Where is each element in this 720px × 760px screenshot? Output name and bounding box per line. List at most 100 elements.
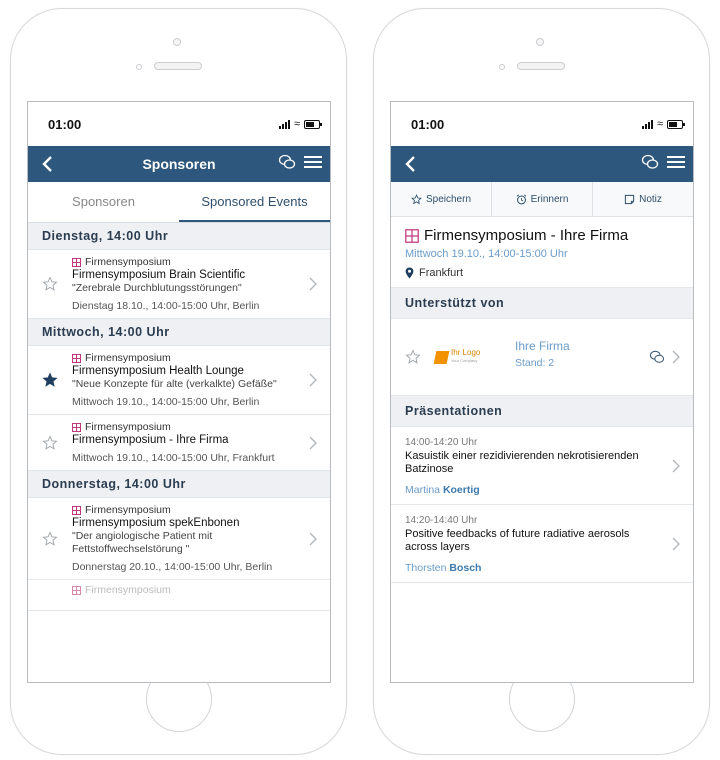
event-detail-location[interactable]: Frankfurt	[405, 267, 679, 279]
signal-icon	[641, 119, 653, 129]
grid-icon	[72, 505, 81, 515]
chevron-right-icon	[672, 459, 680, 472]
event-type: Firmensymposium	[72, 504, 302, 516]
event-title: Firmensymposium - Ihre Firma	[72, 434, 229, 446]
presentation-item[interactable]: 14:00-14:20 Uhr Kasuistik einer rezidivi…	[391, 427, 693, 505]
event-type: Firmensymposium	[72, 256, 302, 268]
note-icon	[624, 194, 635, 204]
event-detail-title: Firmensymposium - Ihre Firma	[405, 227, 679, 244]
presentation-speaker[interactable]: Martina Koertig	[405, 484, 663, 496]
note-button-label: Notiz	[639, 193, 662, 205]
remind-button-label: Erinnern	[530, 193, 569, 205]
event-detail-header: Firmensymposium - Ihre Firma Mittwoch 19…	[391, 217, 693, 288]
star-filled-icon[interactable]	[42, 372, 58, 388]
event-type: Firmensymposium	[72, 352, 302, 364]
sponsor-row[interactable]: Ihr Logo Your Company Ihre Firma Stand: 2	[391, 319, 693, 396]
star-icon	[411, 193, 422, 204]
earpiece-speaker	[154, 62, 202, 70]
section-header: Mittwoch, 14:00 Uhr	[28, 319, 330, 346]
presentation-title: Positive feedbacks of future radiative a…	[405, 528, 630, 553]
star-icon[interactable]	[42, 434, 58, 451]
status-bar: 01:00 ≈	[391, 102, 693, 146]
event-type: Firmensymposium	[72, 421, 302, 433]
status-time: 01:00	[48, 116, 82, 132]
section-header: Präsentationen	[391, 396, 693, 427]
event-meta: Mittwoch 19.10., 14:00-15:00 Uhr, Frankf…	[72, 452, 275, 464]
event-meta: Donnerstag 20.10., 14:00-15:00 Uhr, Berl…	[72, 561, 273, 573]
grid-icon	[72, 422, 81, 432]
presentation-speaker[interactable]: Thorsten Bosch	[405, 562, 663, 574]
grid-icon	[72, 585, 81, 595]
sponsor-name: Ihre Firma	[515, 339, 570, 353]
phone-frame-left: 01:00 ≈ Sponsoren Sponsoren Sponsored Ev…	[10, 8, 347, 755]
tab-sponsoren[interactable]: Sponsoren	[28, 182, 179, 222]
nav-bar: Sponsoren	[28, 146, 330, 182]
event-title: Firmensymposium spekEnbonen	[72, 517, 240, 529]
presentation-title: Kasuistik einer rezidivierenden nekrotis…	[405, 450, 639, 475]
event-type-label: Firmensymposium	[85, 504, 171, 516]
proximity-sensor	[136, 64, 142, 70]
tab-sponsored-events[interactable]: Sponsored Events	[179, 182, 330, 222]
event-subtitle: "Der angiologische Patient mit Fettstoff…	[72, 530, 213, 555]
event-meta: Dienstag 18.10., 14:00-15:00 Uhr, Berlin	[72, 300, 260, 312]
grid-icon	[405, 228, 419, 243]
chevron-right-icon	[309, 277, 317, 291]
event-type: Firmensymposium	[72, 584, 302, 596]
chevron-right-icon	[309, 373, 317, 387]
front-camera	[536, 38, 544, 46]
logo-mark-icon	[433, 350, 450, 364]
status-icons: ≈	[278, 117, 322, 130]
tab-bar: Sponsoren Sponsored Events	[28, 182, 330, 223]
signal-icon	[278, 119, 290, 129]
event-type-label: Firmensymposium	[85, 421, 171, 433]
map-pin-icon	[405, 267, 414, 279]
event-detail-location-text: Frankfurt	[419, 267, 464, 279]
list-item[interactable]: Firmensymposium	[28, 580, 330, 611]
status-time: 01:00	[411, 116, 445, 132]
list-item[interactable]: Firmensymposium Firmensymposium spekEnbo…	[28, 498, 330, 580]
star-icon[interactable]	[42, 276, 58, 292]
chevron-right-icon	[672, 537, 680, 550]
chevron-right-icon	[309, 436, 317, 449]
star-icon[interactable]	[42, 530, 58, 547]
chevron-right-icon	[309, 532, 317, 545]
save-button[interactable]: Speichern	[391, 182, 492, 216]
section-header: Donnerstag, 14:00 Uhr	[28, 471, 330, 498]
grid-icon	[72, 353, 81, 363]
wifi-icon: ≈	[293, 117, 300, 130]
phone-frame-right: 01:00 ≈ Speichern Erinnern Notiz Firmens…	[373, 8, 710, 755]
back-chevron-icon[interactable]	[38, 154, 58, 174]
list-item[interactable]: Firmensymposium Firmensymposium - Ihre F…	[28, 415, 330, 471]
presentation-time: 14:20-14:40 Uhr	[405, 515, 478, 526]
chat-icon[interactable]	[649, 350, 665, 364]
event-subtitle: "Neue Konzepte für alte (verkalkte) Gefä…	[72, 378, 277, 390]
wifi-icon: ≈	[656, 117, 663, 130]
hamburger-menu-icon[interactable]	[667, 155, 685, 169]
chat-icon[interactable]	[278, 154, 296, 170]
note-button[interactable]: Notiz	[593, 182, 693, 216]
battery-icon	[304, 119, 322, 129]
proximity-sensor	[499, 64, 505, 70]
section-header: Dienstag, 14:00 Uhr	[28, 223, 330, 250]
earpiece-speaker	[517, 62, 565, 70]
event-detail-title-text: Firmensymposium - Ihre Firma	[424, 227, 629, 244]
event-title: Firmensymposium Brain Scientific	[72, 269, 246, 281]
logo-text: Ihr Logo Your Company	[451, 348, 481, 364]
save-button-label: Speichern	[425, 193, 472, 205]
section-header: Unterstützt von	[391, 288, 693, 319]
chat-icon[interactable]	[641, 154, 659, 170]
event-detail-time: Mittwoch 19.10., 14:00-15:00 Uhr	[405, 248, 568, 260]
hamburger-menu-icon[interactable]	[304, 155, 322, 169]
list-item[interactable]: Firmensymposium Firmensymposium Health L…	[28, 346, 330, 415]
status-icons: ≈	[641, 117, 685, 130]
battery-icon	[667, 119, 685, 129]
presentation-item[interactable]: 14:20-14:40 Uhr Positive feedbacks of fu…	[391, 505, 693, 583]
screen-event-detail: 01:00 ≈ Speichern Erinnern Notiz Firmens…	[390, 101, 694, 683]
event-type-label: Firmensymposium	[85, 256, 171, 268]
action-bar: Speichern Erinnern Notiz	[391, 182, 693, 217]
back-chevron-icon[interactable]	[401, 154, 421, 174]
sponsor-logo: Ihr Logo Your Company	[433, 348, 483, 365]
remind-button[interactable]: Erinnern	[492, 182, 593, 216]
star-icon[interactable]	[405, 349, 421, 365]
list-item[interactable]: Firmensymposium Firmensymposium Brain Sc…	[28, 250, 330, 319]
